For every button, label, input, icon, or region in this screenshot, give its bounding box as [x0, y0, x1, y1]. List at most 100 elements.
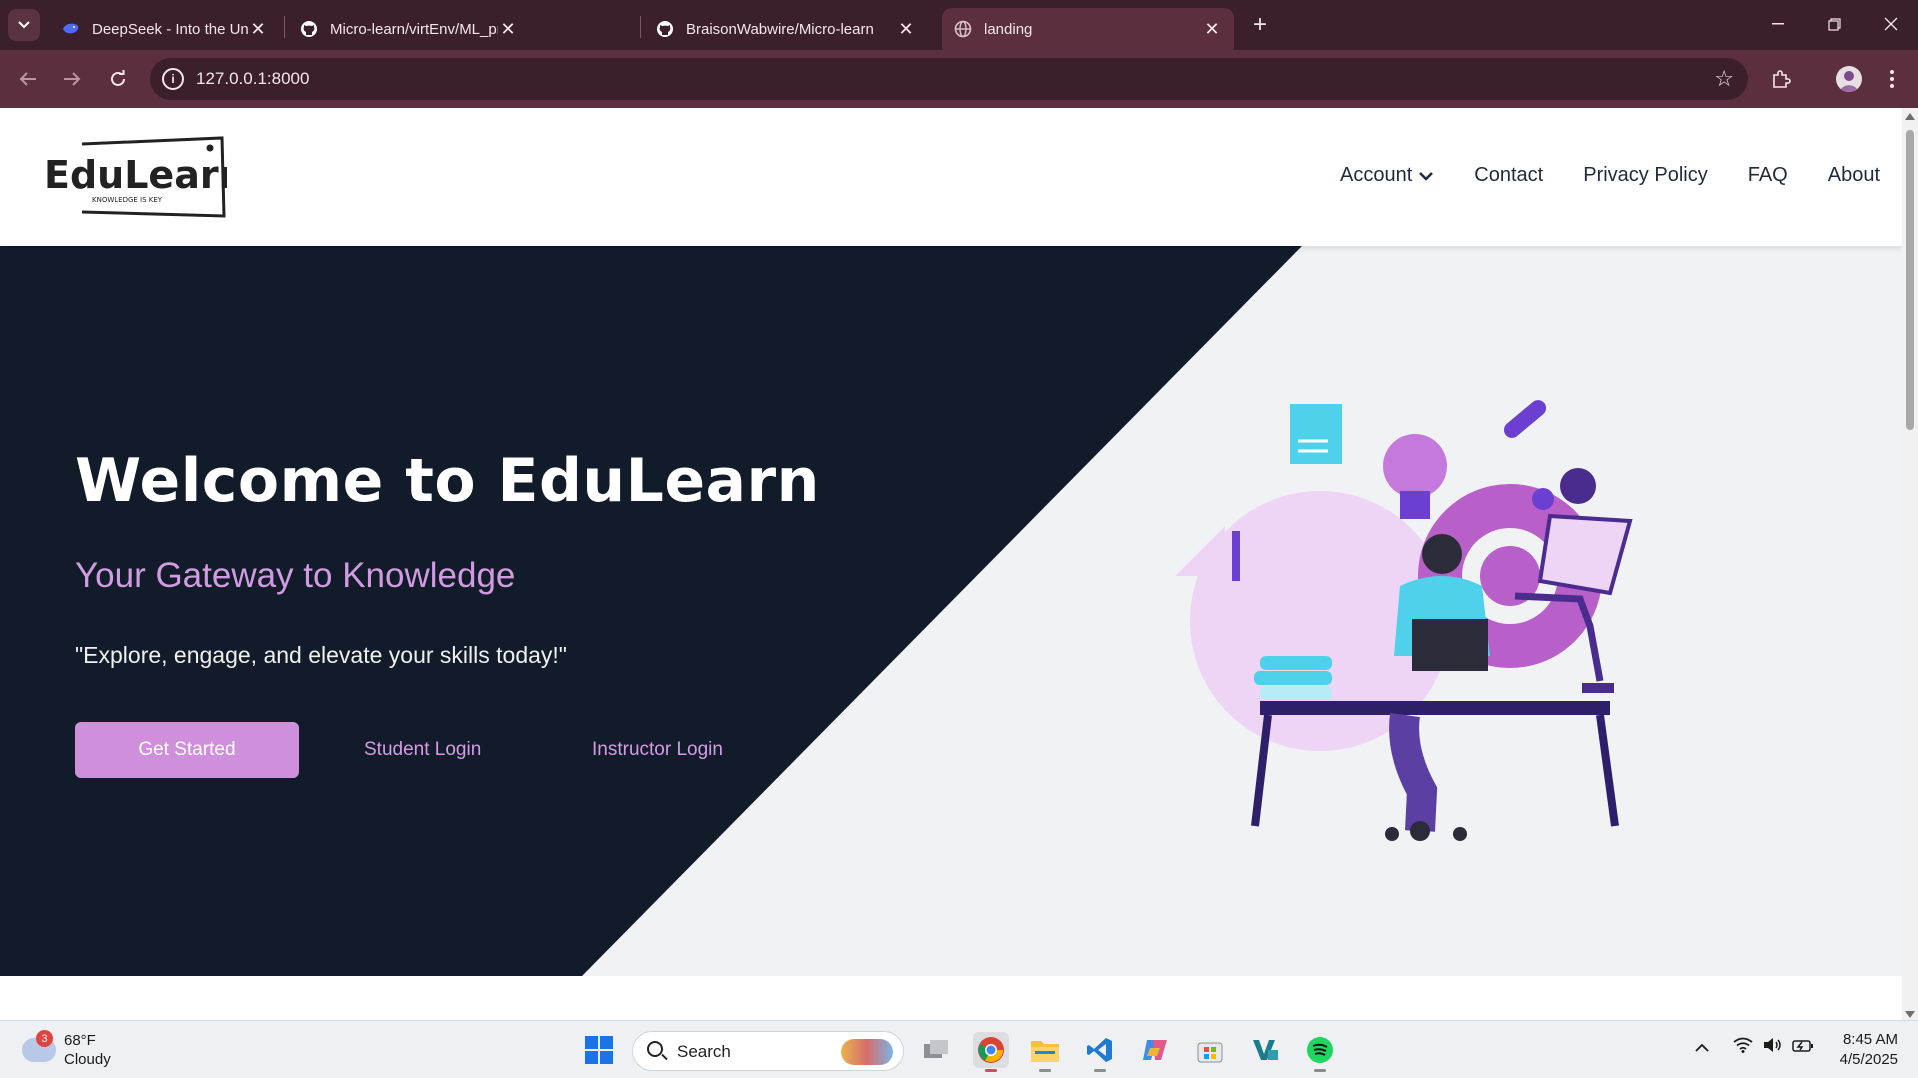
weather-widget[interactable]: 3 68°F Cloudy [22, 1030, 111, 1069]
laptop-icon [1412, 619, 1488, 671]
nav-faq[interactable]: FAQ [1748, 164, 1788, 187]
task-view-icon [924, 1040, 948, 1058]
store-icon [1197, 1042, 1223, 1063]
minimize-button[interactable] [1755, 8, 1801, 40]
restore-button[interactable] [1811, 8, 1857, 40]
taskbar-spotify[interactable] [1302, 1032, 1338, 1072]
windows-taskbar: 3 68°F Cloudy Search 8:45 AM 4/5/2025 [0, 1020, 1918, 1078]
nav-privacy-policy[interactable]: Privacy Policy [1583, 164, 1707, 187]
tab-title: BraisonWabwire/Micro-learn [686, 20, 874, 38]
browser-menu-button[interactable] [1877, 64, 1907, 94]
profile-avatar[interactable] [1836, 66, 1862, 92]
speaker-icon [1764, 1038, 1781, 1052]
taskbar-copilot[interactable] [1137, 1032, 1173, 1068]
clock-time: 8:45 AM [1842, 1031, 1898, 1048]
show-hidden-icons-button[interactable] [1695, 1037, 1709, 1058]
taskbar-dev-app[interactable] [1247, 1032, 1283, 1068]
weather-badge: 3 [36, 1030, 53, 1047]
tab-landing[interactable]: landing ✕ [942, 8, 1234, 50]
weather-temperature: 68°F [64, 1032, 96, 1049]
search-highlight-decoration [841, 1039, 893, 1065]
tab-braisonwabwire-micro-learn[interactable]: BraisonWabwire/Micro-learn ✕ [644, 8, 928, 50]
windows-logo-icon [585, 1036, 598, 1049]
cloudy-weather-icon: 3 [22, 1030, 56, 1062]
site-header: EduLearn KNOWLEDGE IS KEY Account Contac… [0, 108, 1902, 246]
task-view-button[interactable] [918, 1032, 954, 1068]
address-bar[interactable]: i 127.0.0.1:8000 ☆ [150, 58, 1748, 100]
vscode-icon [1087, 1038, 1112, 1062]
nav-about[interactable]: About [1828, 164, 1880, 187]
nav-account[interactable]: Account [1340, 164, 1434, 187]
deepseek-whale-icon [62, 20, 80, 38]
arrow-left-icon [19, 72, 36, 86]
forward-button[interactable] [56, 63, 88, 95]
desk [1260, 701, 1610, 715]
avatar-icon [1840, 71, 1858, 92]
books-stack [1260, 656, 1332, 670]
tab-title: DeepSeek - Into the Unknown [92, 20, 248, 38]
close-icon[interactable]: ✕ [896, 19, 916, 40]
taskbar-clock[interactable]: 8:45 AM 4/5/2025 [1832, 1030, 1898, 1070]
hero-quote: "Explore, engage, and elevate your skill… [75, 642, 567, 668]
github-icon [300, 20, 318, 38]
svg-text:EduLearn: EduLearn [44, 153, 227, 197]
globe-icon [954, 20, 972, 38]
taskbar-chrome[interactable] [973, 1032, 1009, 1072]
tab-deepseek[interactable]: DeepSeek - Into the Unknown ✕ [50, 8, 280, 50]
chevron-up-icon [1695, 1043, 1709, 1052]
battery-status[interactable] [1792, 1037, 1814, 1058]
browser-tab-bar: DeepSeek - Into the Unknown ✕ Micro-lear… [0, 0, 1918, 50]
scroll-up-arrow-icon[interactable] [1905, 113, 1915, 120]
weather-condition: Cloudy [64, 1051, 111, 1068]
running-indicator [1039, 1069, 1051, 1072]
taskbar-vscode[interactable] [1082, 1032, 1118, 1072]
wifi-status[interactable] [1733, 1037, 1753, 1058]
close-icon[interactable]: ✕ [248, 19, 268, 40]
document-icon [1290, 404, 1342, 464]
close-icon[interactable]: ✕ [498, 19, 518, 40]
taskbar-search-box[interactable]: Search [632, 1031, 904, 1071]
arrow-right-icon [64, 72, 81, 86]
scroll-down-arrow-icon[interactable] [1905, 1011, 1915, 1018]
page-scrollbar[interactable] [1902, 108, 1918, 1020]
hero-section: Welcome to EduLearn Your Gateway to Know… [0, 246, 1902, 976]
close-icon[interactable]: ✕ [1202, 19, 1222, 40]
instructor-login-link[interactable]: Instructor Login [592, 739, 723, 761]
restore-icon [1827, 17, 1841, 31]
edulearn-logo[interactable]: EduLearn KNOWLEDGE IS KEY [42, 136, 246, 218]
copilot-icon [1143, 1040, 1167, 1060]
windows-start-button[interactable] [585, 1036, 613, 1064]
tab-separator [284, 16, 285, 38]
taskbar-microsoft-store[interactable] [1192, 1032, 1228, 1068]
person-head [1422, 534, 1462, 574]
tab-title: landing [984, 20, 1033, 38]
clock-date: 4/5/2025 [1839, 1051, 1898, 1068]
hero-title: Welcome to EduLearn [75, 446, 820, 516]
url-text: 127.0.0.1:8000 [196, 69, 310, 88]
close-icon [1884, 17, 1898, 31]
taskbar-file-explorer[interactable] [1027, 1032, 1063, 1072]
nav-account-label: Account [1340, 164, 1413, 186]
student-at-desk-illustration [1175, 400, 1633, 841]
running-indicator [1094, 1069, 1106, 1072]
hero-subtitle: Your Gateway to Knowledge [75, 556, 516, 595]
student-login-link[interactable]: Student Login [364, 739, 481, 761]
chevron-down-icon [18, 21, 30, 29]
reload-button[interactable] [102, 63, 134, 95]
get-started-button[interactable]: Get Started [75, 722, 299, 778]
window-close-button[interactable] [1868, 8, 1914, 40]
lightbulb-icon [1383, 434, 1447, 498]
scrollbar-thumb[interactable] [1906, 130, 1914, 430]
tab-search-dropdown-button[interactable] [8, 9, 40, 41]
search-label: Search [677, 1042, 731, 1061]
extensions-button[interactable] [1766, 64, 1796, 94]
back-button[interactable] [12, 63, 44, 95]
tab-micro-learn-virtenv[interactable]: Micro-learn/virtEnv/ML_project ✕ [288, 8, 530, 50]
new-tab-button[interactable]: + [1245, 10, 1275, 40]
open-book-icon [1537, 513, 1633, 596]
bookmark-star-icon[interactable]: ☆ [1714, 66, 1734, 92]
site-info-icon[interactable]: i [162, 68, 184, 90]
main-nav: Account Contact Privacy Policy FAQ About [1340, 164, 1880, 187]
nav-contact[interactable]: Contact [1474, 164, 1543, 187]
volume-status[interactable] [1762, 1037, 1782, 1058]
